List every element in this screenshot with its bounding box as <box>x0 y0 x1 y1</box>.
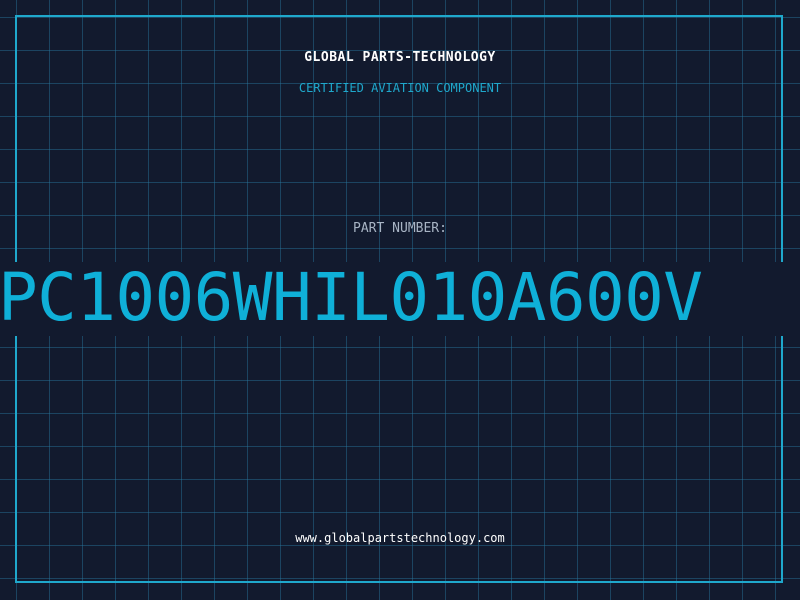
certification-subtitle: CERTIFIED AVIATION COMPONENT <box>298 81 502 95</box>
company-name: GLOBAL PARTS-TECHNOLOGY <box>304 50 496 65</box>
certificate-canvas: GLOBAL PARTS-TECHNOLOGY CERTIFIED AVIATI… <box>0 0 800 600</box>
part-number-label: PART NUMBER: <box>353 221 447 236</box>
website-url[interactable]: www.globalpartstechnology.com <box>0 531 800 545</box>
part-number-value: PC1006WHIL010A600V <box>0 259 703 336</box>
